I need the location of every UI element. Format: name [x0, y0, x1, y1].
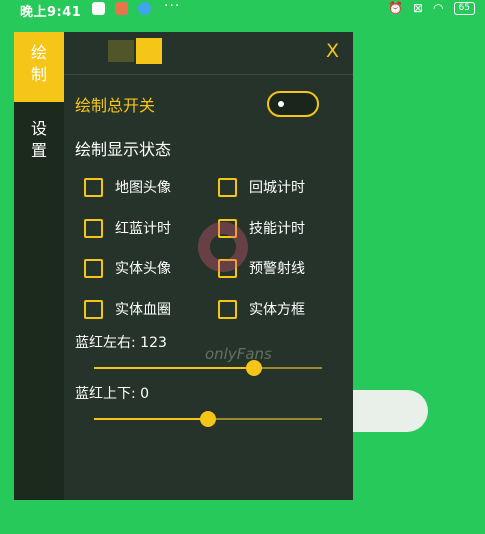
checkbox[interactable]: [84, 177, 103, 197]
slider-vertical[interactable]: [94, 411, 322, 427]
blurred-logo: [108, 40, 134, 62]
tab-draw[interactable]: 绘 制: [14, 32, 64, 102]
option-entity-box[interactable]: 实体方框: [218, 299, 305, 319]
master-switch-toggle[interactable]: [267, 91, 319, 117]
slider-vertical-label: 蓝红上下: 0: [75, 386, 150, 402]
battery-icon: 65: [453, 1, 475, 15]
option-map-avatar[interactable]: 地图头像: [84, 177, 171, 197]
checkbox[interactable]: [84, 258, 103, 278]
app-icon: [115, 2, 128, 15]
tab-settings-label: 设 置: [30, 119, 47, 160]
alarm-icon: ⏰: [388, 1, 403, 15]
master-switch-label: 绘制总开关: [75, 96, 156, 115]
slider-horizontal[interactable]: [94, 360, 322, 376]
option-buff-timer[interactable]: 红蓝计时: [84, 218, 171, 238]
close-button[interactable]: X: [326, 40, 339, 62]
section-title: 绘制显示状态: [75, 140, 172, 159]
option-label: 实体血圈: [115, 302, 171, 318]
watermark-text: onlyFans: [205, 345, 272, 363]
clock: 晚上9:41: [20, 5, 82, 20]
option-recall-timer[interactable]: 回城计时: [218, 177, 305, 197]
status-icons: ⏰ ⊠ ◠ 65: [388, 1, 475, 15]
cloud-icon: [138, 2, 151, 15]
status-bar: 晚上9:41 ··· ⏰ ⊠ ◠ 65: [0, 0, 485, 20]
checkbox[interactable]: [218, 177, 237, 197]
more-icon: ···: [164, 0, 181, 14]
slider-thumb[interactable]: [200, 411, 216, 427]
checkbox[interactable]: [84, 299, 103, 319]
toggle-knob: [278, 101, 284, 107]
option-label: 实体方框: [249, 302, 305, 318]
panel-header: X: [64, 32, 353, 75]
slider-fill: [94, 367, 254, 369]
option-label: 回城计时: [249, 180, 305, 196]
checkbox[interactable]: [84, 218, 103, 238]
option-label: 地图头像: [115, 180, 171, 196]
penguin-icon: [92, 2, 105, 15]
slider-fill: [94, 418, 208, 420]
yellow-block: [136, 38, 162, 64]
tab-draw-label: 绘 制: [30, 43, 47, 84]
option-entity-avatar[interactable]: 实体头像: [84, 258, 171, 278]
option-label: 实体头像: [115, 261, 171, 277]
watermark-ring: [198, 222, 248, 272]
no-sim-icon: ⊠: [413, 1, 424, 15]
option-label: 红蓝计时: [115, 221, 171, 237]
watermark-logo: [198, 222, 268, 280]
slider-horizontal-label: 蓝红左右: 123: [75, 335, 167, 351]
tab-settings[interactable]: 设 置: [14, 118, 64, 162]
menu-sidebar: 绘 制 设 置: [14, 32, 64, 500]
option-entity-health-ring[interactable]: 实体血圈: [84, 299, 171, 319]
wifi-icon: ◠: [433, 1, 444, 15]
checkbox[interactable]: [218, 299, 237, 319]
